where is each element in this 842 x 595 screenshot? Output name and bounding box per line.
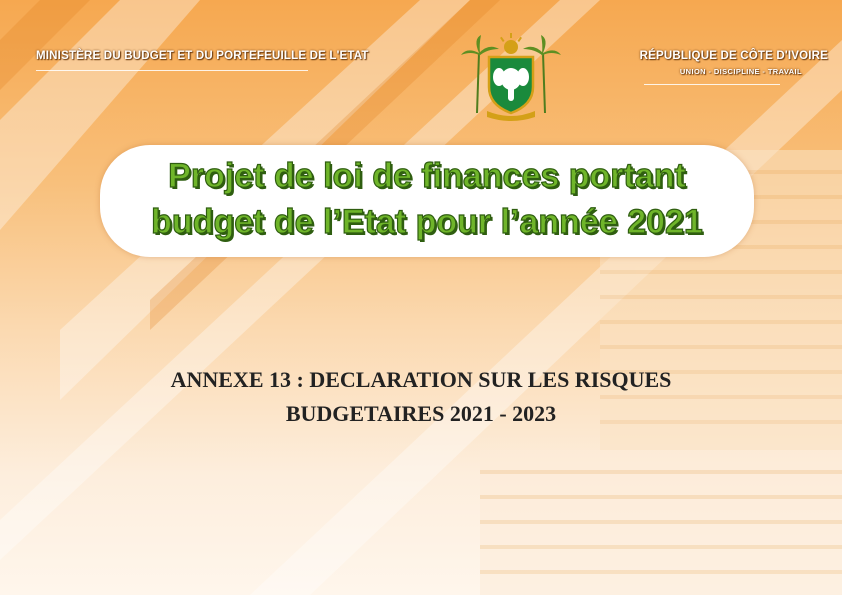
cover-page: MINISTÈRE DU BUDGET ET DU PORTEFEUILLE D… [0,0,842,595]
ministry-name: MINISTÈRE DU BUDGET ET DU PORTEFEUILLE D… [36,50,369,62]
republic-motto: UNION - DISCIPLINE - TRAVAIL [679,67,802,76]
annex-title-line-2: BUDGETAIRES 2021 - 2023 [285,401,557,426]
title-line-2: budget de l’Etat pour l’année 2021 [151,202,704,241]
annex-title-line-1: ANNEXE 13 : DECLARATION SUR LES RISQUES [170,367,672,392]
title-line-1: Projet de loi de finances portant [168,156,687,195]
title-banner: Projet de loi de finances portant budget… [100,145,754,257]
background-art [0,0,842,595]
republic-underline [644,84,780,85]
republic-name: RÉPUBLIQUE DE CÔTE D'IVOIRE [639,50,828,62]
coat-of-arms-icon [461,33,561,121]
ministry-underline [36,70,308,71]
